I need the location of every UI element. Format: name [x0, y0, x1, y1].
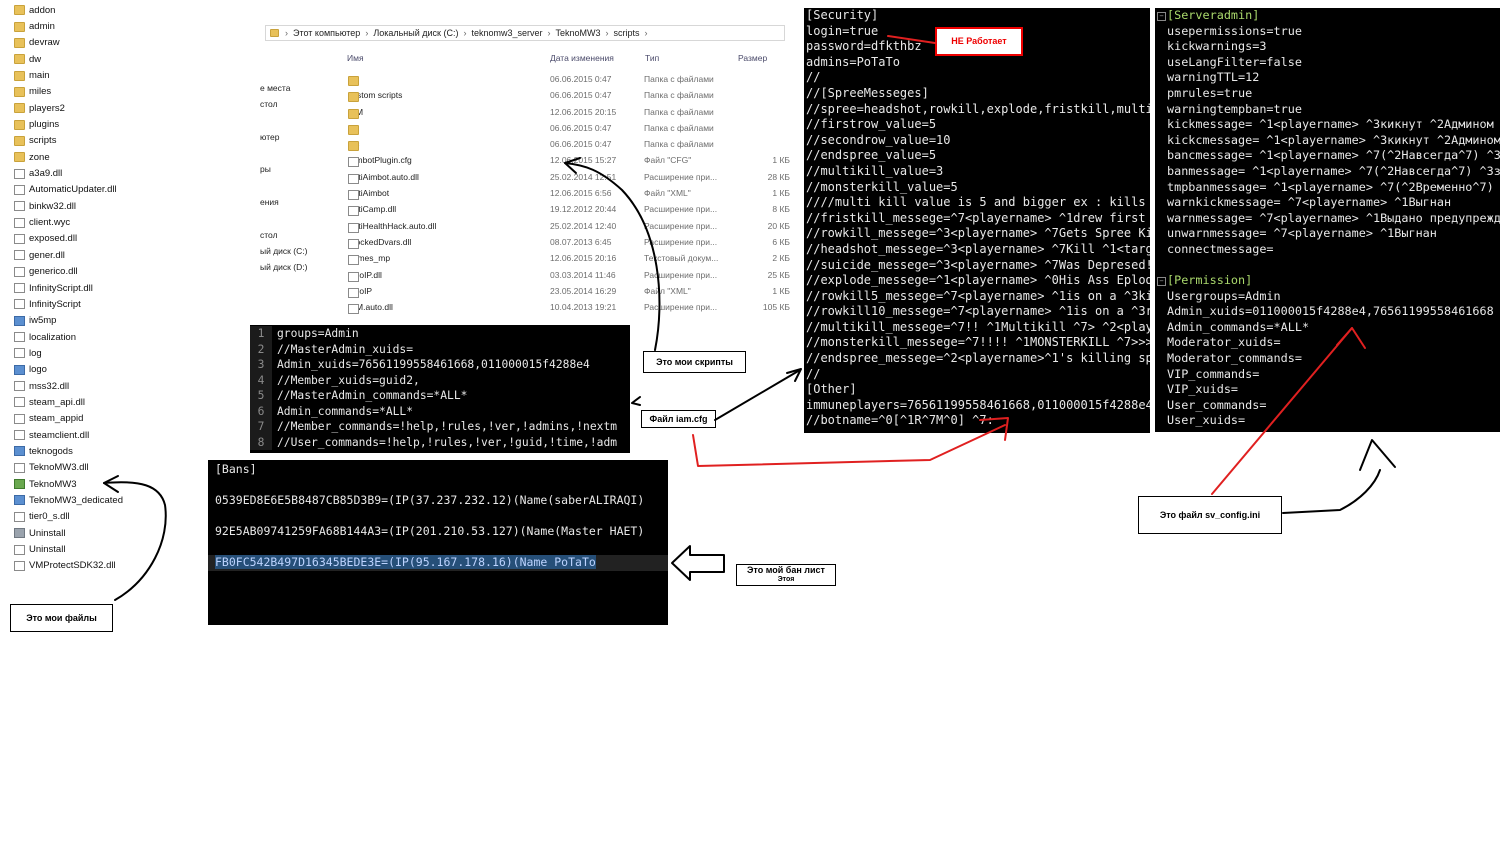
arrow-to-permission	[1282, 469, 1381, 514]
hollow-arrow-bans	[671, 545, 725, 581]
red-arrowhead-immune	[979, 417, 1009, 441]
arrowhead-iam	[631, 396, 641, 406]
red-arrow-xuids	[1211, 327, 1353, 495]
annotation-arrows	[103, 35, 1396, 601]
arrow-to-scripts	[564, 162, 661, 351]
arrowhead-permission	[1359, 439, 1396, 471]
arrow-to-security	[714, 369, 801, 421]
red-arrow-immune	[692, 424, 1006, 467]
red-line-broken	[887, 35, 936, 44]
arrow-to-teknomw3	[103, 481, 167, 601]
red-arrowhead-xuids	[1336, 327, 1366, 349]
arrowhead-teknomw3	[103, 475, 119, 493]
